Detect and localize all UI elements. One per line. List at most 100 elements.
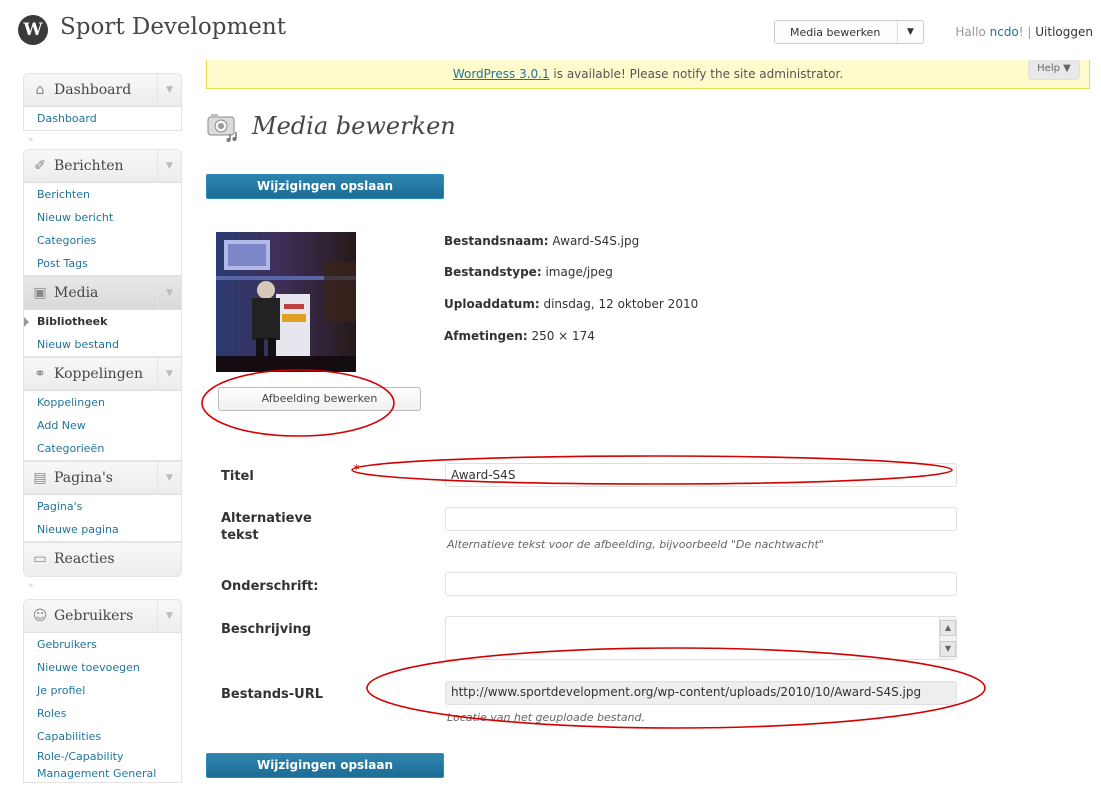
submenu-dashboard[interactable]: Dashboard (24, 107, 181, 130)
page-title: Media bewerken (252, 112, 456, 140)
save-changes-button[interactable]: Wijzigingen opslaan (206, 174, 444, 199)
speech-bubble-icon: ▭ (33, 551, 47, 567)
menu-toggle-icon[interactable]: ▼ (157, 358, 181, 391)
submenu-nieuw-bestand[interactable]: Nieuw bestand (24, 333, 181, 356)
meta-filetype: Bestandstype: image/jpeg (444, 265, 613, 279)
submenu-roles[interactable]: Roles (24, 702, 181, 725)
pin-icon: ✐ (34, 158, 46, 174)
username-link[interactable]: ncdo (990, 25, 1019, 39)
menu-toggle-icon[interactable]: ▼ (157, 462, 181, 495)
update-notice: WordPress 3.0.1 is available! Please not… (206, 60, 1090, 89)
menu-media[interactable]: ▣ Media ▼ (24, 277, 181, 310)
description-label: Beschrijving (221, 622, 312, 637)
caption-input[interactable] (445, 572, 957, 596)
menu-paginas[interactable]: ▤ Pagina's ▼ (24, 462, 181, 495)
media-page-icon (207, 114, 237, 142)
edit-image-button[interactable]: Afbeelding bewerken (218, 387, 421, 411)
file-url-label: Bestands-URL (221, 687, 323, 702)
caption-label: Onderschrift: (221, 579, 319, 594)
submenu-bibliotheek[interactable]: Bibliotheek (24, 310, 181, 333)
submenu-add-new[interactable]: Add New (24, 414, 181, 437)
help-tab[interactable]: Help ▼ (1028, 60, 1080, 80)
submenu-role-capability[interactable]: Role-/Capability (24, 748, 181, 765)
menu-label: Media (54, 285, 99, 301)
file-url-field[interactable]: http://www.sportdevelopment.org/wp-conte… (445, 681, 957, 705)
menu-toggle-icon[interactable]: ▼ (157, 277, 181, 310)
meta-label: Afmetingen: (444, 329, 528, 343)
menu-group-koppelingen: ⚭ Koppelingen ▼ Koppelingen Add New Cate… (23, 357, 182, 461)
menu-group-dashboard: ⌂ Dashboard ▼ Dashboard (23, 73, 182, 131)
favorite-action-label[interactable]: Media bewerken (790, 26, 880, 39)
menu-label: Reacties (54, 551, 115, 567)
menu-toggle-icon[interactable]: ▼ (157, 74, 181, 107)
submenu-gebruikers[interactable]: Gebruikers (24, 633, 181, 656)
description-textarea[interactable]: ▲ ▼ (445, 616, 957, 660)
menu-separator[interactable]: « (23, 577, 182, 599)
menu-toggle-icon[interactable]: ▼ (157, 600, 181, 633)
scroll-up-icon[interactable]: ▲ (940, 620, 956, 636)
required-marker: * (353, 463, 360, 478)
users-icon: ☺ (32, 608, 48, 624)
submenu-post-tags[interactable]: Post Tags (24, 252, 181, 275)
submenu-nieuwe-pagina[interactable]: Nieuwe pagina (24, 518, 181, 541)
page-icon: ▤ (33, 470, 47, 486)
alt-text-label-line2: tekst (221, 528, 259, 543)
meta-value: dinsdag, 12 oktober 2010 (543, 297, 699, 311)
house-icon: ⌂ (35, 82, 45, 98)
greeting-separator: ! | (1018, 25, 1036, 39)
wordpress-logo-icon[interactable]: W (18, 15, 48, 45)
menu-gebruikers[interactable]: ☺ Gebruikers ▼ (24, 600, 181, 633)
submenu-koppelingen[interactable]: Koppelingen (24, 391, 181, 414)
submenu-categories[interactable]: Categories (24, 229, 181, 252)
alt-text-label-line1: Alternatieve (221, 511, 312, 526)
update-version-link[interactable]: WordPress 3.0.1 (453, 67, 550, 81)
meta-value: 250 × 174 (531, 329, 595, 343)
menu-toggle-icon[interactable]: ▼ (157, 150, 181, 183)
submenu-paginas[interactable]: Pagina's (24, 495, 181, 518)
greeting-text: Hallo (955, 25, 990, 39)
chevron-down-icon[interactable]: ▼ (897, 21, 923, 43)
submenu-capabilities[interactable]: Capabilities (24, 725, 181, 748)
menu-koppelingen[interactable]: ⚭ Koppelingen ▼ (24, 358, 181, 391)
menu-group-paginas: ▤ Pagina's ▼ Pagina's Nieuwe pagina (23, 461, 182, 542)
menu-reacties[interactable]: ▭ Reacties (24, 543, 181, 576)
menu-label: Koppelingen (54, 366, 143, 382)
user-info: Hallo ncdo! | Uitloggen (955, 25, 1093, 39)
alt-text-input[interactable] (445, 507, 957, 531)
collapse-icon[interactable]: « (28, 135, 34, 145)
menu-dashboard[interactable]: ⌂ Dashboard ▼ (24, 74, 181, 107)
submenu-categorieen[interactable]: Categorieën (24, 437, 181, 460)
alt-text-help: Alternatieve tekst voor de afbeelding, b… (447, 538, 824, 551)
admin-menu: ⌂ Dashboard ▼ Dashboard « ✐ Berichten ▼ … (23, 73, 182, 783)
logout-link[interactable]: Uitloggen (1035, 25, 1093, 39)
submenu-nieuw-bericht[interactable]: Nieuw bericht (24, 206, 181, 229)
meta-label: Uploaddatum: (444, 297, 540, 311)
meta-filename: Bestandsnaam: Award-S4S.jpg (444, 234, 639, 248)
submenu-berichten[interactable]: Berichten (24, 183, 181, 206)
meta-value: Award-S4S.jpg (552, 234, 640, 248)
title-input[interactable] (445, 463, 957, 487)
submenu-je-profiel[interactable]: Je profiel (24, 679, 181, 702)
collapse-icon[interactable]: « (28, 581, 34, 591)
menu-label: Dashboard (54, 82, 132, 98)
meta-value: image/jpeg (545, 265, 613, 279)
admin-header: W Sport Development Media bewerken ▼ Hal… (0, 0, 1101, 62)
menu-berichten[interactable]: ✐ Berichten ▼ (24, 150, 181, 183)
meta-upload-date: Uploaddatum: dinsdag, 12 oktober 2010 (444, 297, 698, 311)
update-notice-text: is available! Please notify the site adm… (549, 67, 844, 81)
save-changes-button-bottom[interactable]: Wijzigingen opslaan (206, 753, 444, 778)
menu-group-media: ▣ Media ▼ Bibliotheek Nieuw bestand (23, 276, 182, 357)
scrollbar[interactable]: ▲ ▼ (939, 617, 956, 659)
media-thumbnail (216, 232, 356, 372)
link-icon: ⚭ (34, 366, 46, 382)
file-url-help: Locatie van het geuploade bestand. (447, 711, 646, 724)
site-title[interactable]: Sport Development (60, 14, 286, 40)
submenu-management-general[interactable]: Management General (24, 765, 181, 782)
meta-label: Bestandsnaam: (444, 234, 549, 248)
favorite-actions-dropdown[interactable]: Media bewerken ▼ (774, 20, 924, 44)
submenu-nieuwe-toevoegen[interactable]: Nieuwe toevoegen (24, 656, 181, 679)
title-label: Titel (221, 469, 254, 484)
menu-label: Gebruikers (54, 608, 134, 624)
scroll-down-icon[interactable]: ▼ (940, 641, 956, 657)
menu-separator[interactable]: « (23, 131, 182, 149)
